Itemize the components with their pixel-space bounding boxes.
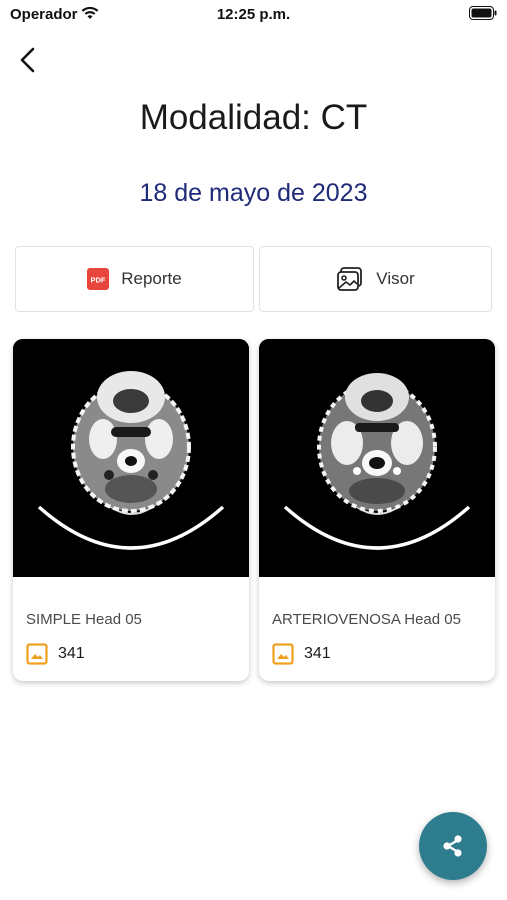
back-button[interactable]	[14, 44, 44, 76]
share-button[interactable]	[419, 812, 487, 880]
image-count-row: 341	[272, 643, 331, 665]
series-card-arteriovenosa[interactable]: ARTERIOVENOSA Head 05 341	[259, 339, 495, 681]
clock: 12:25 p.m.	[216, 6, 291, 23]
gallery-icon	[337, 267, 363, 291]
report-button-label: Reporte	[121, 269, 182, 288]
series-card-simple[interactable]: SIMPLE Head 05 341	[13, 339, 249, 681]
image-count: 341	[58, 645, 85, 662]
image-count-row: 341	[26, 643, 85, 665]
image-icon	[26, 643, 48, 665]
image-icon	[272, 643, 294, 665]
viewer-button[interactable]: Visor	[259, 246, 492, 312]
status-bar: Operador 12:25 p.m.	[0, 0, 507, 30]
ct-thumbnail	[259, 339, 495, 577]
page-title: Modalidad: CT	[139, 98, 368, 137]
series-title: ARTERIOVENOSA Head 05	[272, 611, 461, 628]
series-title: SIMPLE Head 05	[26, 611, 142, 628]
viewer-button-label: Visor	[376, 269, 415, 288]
study-date: 18 de mayo de 2023	[139, 179, 368, 207]
ct-thumbnail	[13, 339, 249, 577]
report-button[interactable]: PDF Reporte	[15, 246, 254, 312]
image-count: 341	[304, 645, 331, 662]
pdf-icon: PDF	[87, 268, 110, 290]
battery-icon	[469, 6, 497, 20]
back-icon	[20, 47, 35, 73]
share-icon	[443, 835, 462, 857]
pdf-badge-text: PDF	[91, 276, 106, 285]
